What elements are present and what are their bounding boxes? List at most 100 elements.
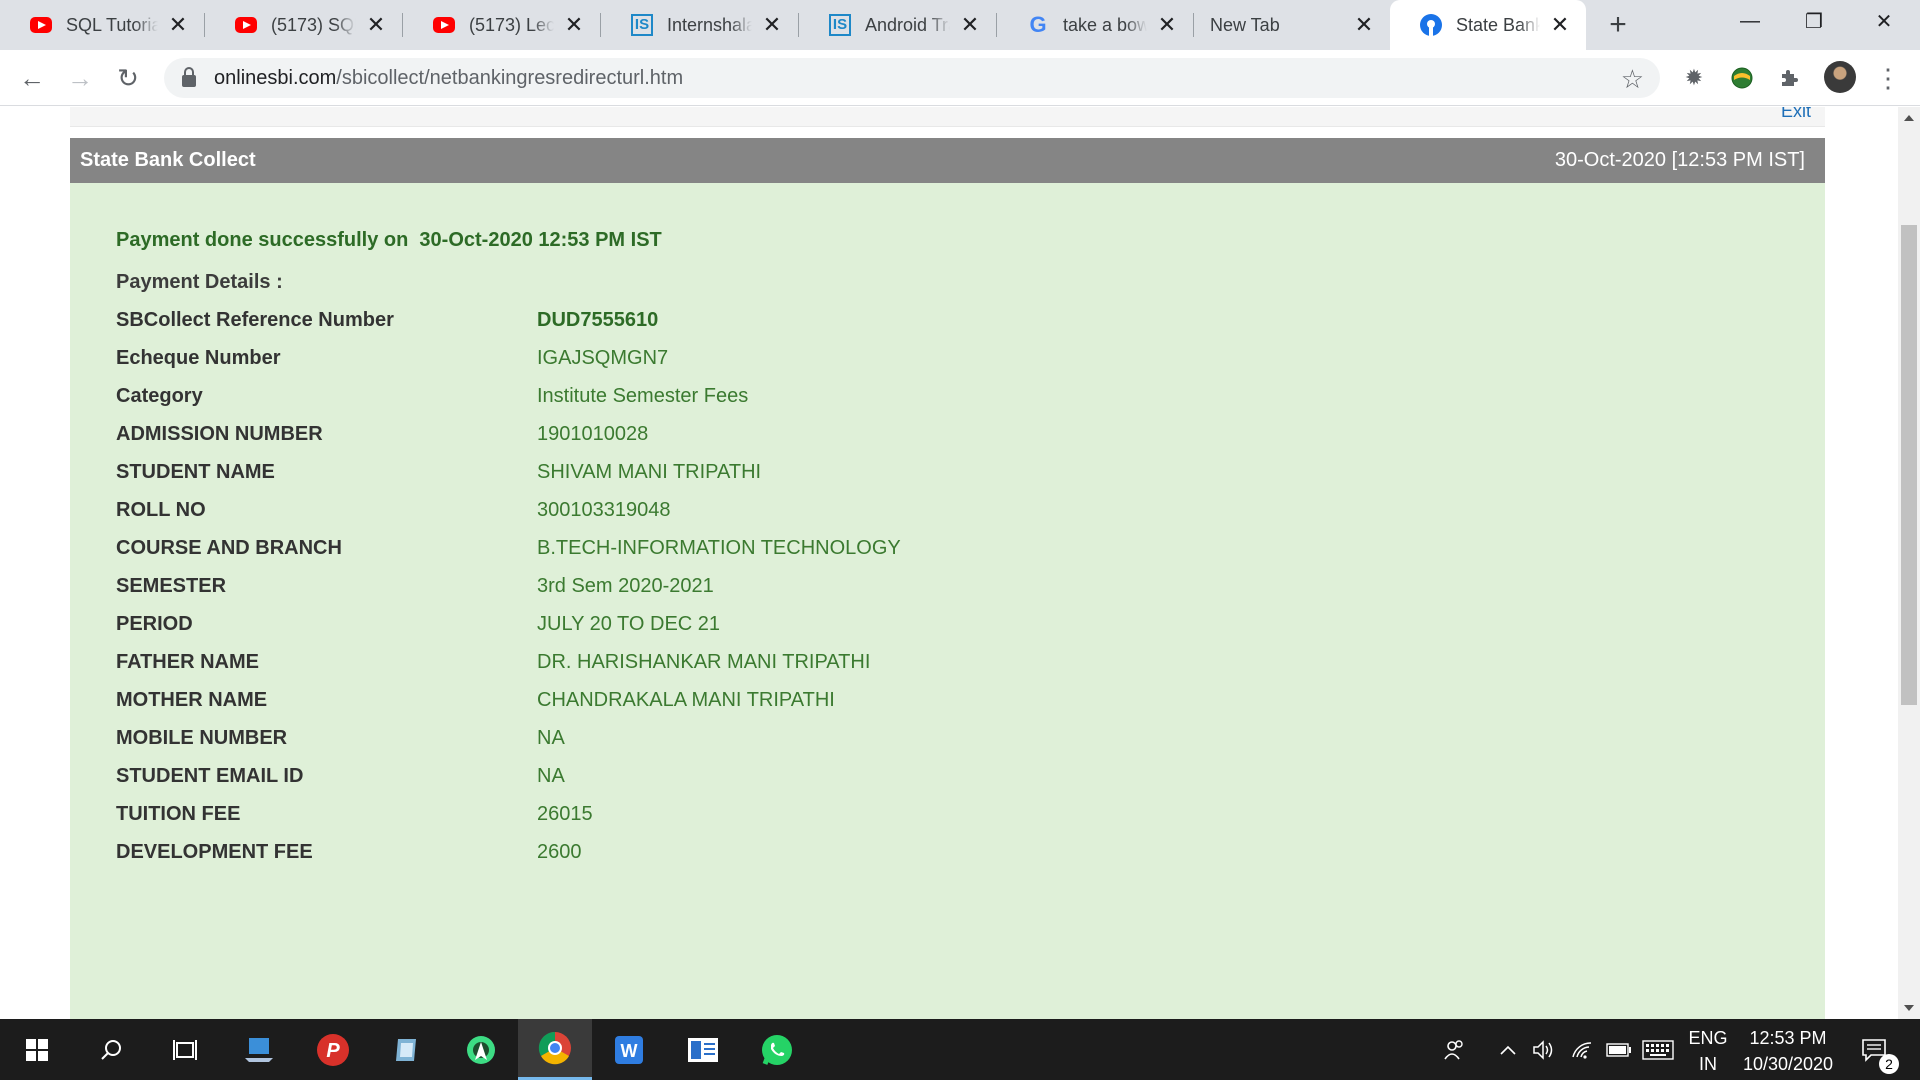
extensions-puzzle-icon[interactable] (1774, 62, 1806, 94)
windows-taskbar: P W ENG IN 12:53 PM 10/30/2020 2 (0, 1019, 1920, 1080)
detail-label: DEVELOPMENT FEE (116, 841, 313, 863)
detail-value: 3rd Sem 2020-2021 (537, 575, 714, 597)
exit-link[interactable]: Exit (1781, 107, 1811, 122)
tab-title: SQL Tutorial (66, 14, 158, 35)
detail-row: DEVELOPMENT FEE 2600 (116, 841, 1316, 871)
page-viewport: Exit State Bank Collect 30-Oct-2020 [12:… (0, 107, 1898, 1019)
tab-new-tab[interactable]: New Tab ✕ (1194, 0, 1390, 50)
lock-icon[interactable] (182, 67, 196, 87)
detail-row: STUDENT EMAIL ID NA (116, 765, 1316, 795)
globe-extension-icon[interactable] (1726, 62, 1758, 94)
windows-start-icon[interactable] (0, 1019, 74, 1080)
new-tab-button[interactable]: + (1602, 9, 1634, 41)
detail-label: TUITION FEE (116, 803, 241, 825)
tab-close-icon[interactable]: ✕ (562, 12, 586, 37)
volume-icon[interactable] (1530, 1019, 1558, 1080)
laptop-app-icon[interactable] (222, 1019, 296, 1080)
minimize-button[interactable]: — (1718, 0, 1782, 42)
detail-value: SHIVAM MANI TRIPATHI (537, 461, 762, 483)
tab-close-icon[interactable]: ✕ (1155, 12, 1179, 37)
url-path: /sbicollect/netbankingresredirecturl.htm (336, 66, 684, 89)
tab-close-icon[interactable]: ✕ (364, 12, 388, 37)
google-icon: G (1029, 12, 1047, 37)
detail-label: MOBILE NUMBER (116, 727, 288, 749)
internshala-icon: IS (829, 14, 851, 36)
language-code: ENG (1688, 1028, 1728, 1048)
whatsapp-icon[interactable] (740, 1019, 814, 1080)
payment-receipt-panel: Payment done successfully on 30-Oct-2020… (70, 183, 1825, 1019)
tab-android-training[interactable]: IS Android Trai ✕ (799, 0, 996, 50)
close-window-button[interactable]: ✕ (1852, 0, 1916, 42)
profile-avatar[interactable] (1824, 61, 1856, 93)
restore-button[interactable]: ❐ (1782, 0, 1846, 42)
battery-icon[interactable] (1604, 1019, 1634, 1080)
android-studio-icon[interactable] (444, 1019, 518, 1080)
detail-value: CHANDRAKALA MANI TRIPATHI (537, 689, 835, 711)
taskbar-clock[interactable]: 12:53 PM 10/30/2020 (1732, 1025, 1844, 1077)
browser-toolbar: ← → ↻ onlinesbi.com/sbicollect/netbankin… (0, 50, 1920, 106)
youtube-icon (30, 14, 52, 36)
wifi-icon[interactable] (1568, 1019, 1596, 1080)
people-icon[interactable] (1438, 1019, 1470, 1080)
address-bar[interactable]: onlinesbi.com/sbicollect/netbankingresre… (164, 58, 1660, 98)
keyboard-icon[interactable] (1640, 1019, 1676, 1080)
tab-close-icon[interactable]: ✕ (958, 12, 982, 37)
bookmark-star-icon[interactable]: ☆ (1621, 64, 1644, 95)
wps-writer-icon[interactable]: W (592, 1019, 666, 1080)
top-strip: Exit (70, 107, 1825, 127)
tab-close-icon[interactable]: ✕ (1548, 12, 1572, 37)
scroll-up-arrow-icon[interactable] (1904, 115, 1914, 121)
internshala-icon: IS (631, 14, 653, 36)
detail-row: Echeque Number IGAJSQMGN7 (116, 347, 1316, 377)
tab-lec-video[interactable]: (5173) Lec-5 ✕ (403, 0, 600, 50)
detail-label: STUDENT NAME (116, 461, 275, 483)
menu-dots-icon[interactable]: ⋮ (1872, 62, 1904, 94)
detail-row: FATHER NAME DR. HARISHANKAR MANI TRIPATH… (116, 651, 1316, 681)
forward-arrow-icon[interactable]: → (64, 62, 96, 94)
scrollbar-thumb[interactable] (1901, 225, 1917, 705)
notepad-app-icon[interactable] (370, 1019, 444, 1080)
detail-value: DUD7555610 (537, 309, 659, 331)
show-hidden-icons-chevron-icon[interactable] (1496, 1019, 1520, 1080)
tab-close-icon[interactable]: ✕ (1352, 12, 1376, 37)
tab-close-icon[interactable]: ✕ (166, 12, 190, 37)
back-arrow-icon[interactable]: ← (16, 62, 48, 94)
detail-value: B.TECH-INFORMATION TECHNOLOGY (537, 537, 901, 559)
scroll-down-arrow-icon[interactable] (1904, 1005, 1914, 1011)
detail-row: ADMISSION NUMBER 1901010028 (116, 423, 1316, 453)
detail-label: MOTHER NAME (116, 689, 268, 711)
tab-close-icon[interactable]: ✕ (760, 12, 784, 37)
tab-sql-video[interactable]: (5173) SQL T ✕ (205, 0, 402, 50)
tab-title: take a bow m (1063, 14, 1147, 35)
tab-title: Android Trai (865, 14, 950, 35)
detail-row: STUDENT NAME SHIVAM MANI TRIPATHI (116, 461, 1316, 491)
detail-row: PERIOD JULY 20 TO DEC 21 (116, 613, 1316, 643)
detail-row: SBCollect Reference Number DUD7555610 (116, 309, 1316, 339)
language-indicator[interactable]: ENG IN (1683, 1025, 1733, 1077)
tab-state-bank-collect[interactable]: State Bank C ✕ (1390, 0, 1586, 50)
chrome-taskbar-icon[interactable] (518, 1019, 592, 1080)
search-icon[interactable] (74, 1019, 148, 1080)
tab-title: New Tab (1210, 14, 1280, 35)
reader-app-icon[interactable] (666, 1019, 740, 1080)
psiphon-icon[interactable]: P (296, 1019, 370, 1080)
url-text[interactable]: onlinesbi.com/sbicollect/netbankingresre… (214, 67, 683, 90)
tab-internshala[interactable]: IS Internshala T ✕ (601, 0, 798, 50)
detail-label: Echeque Number (116, 347, 281, 369)
bug-extension-icon[interactable]: ✹ (1678, 62, 1710, 94)
detail-label: ADMISSION NUMBER (116, 423, 323, 445)
detail-label: SEMESTER (116, 575, 227, 597)
reload-icon[interactable]: ↻ (112, 62, 144, 94)
header-date: 30-Oct-2020 [12:53 PM IST] (1554, 149, 1805, 171)
detail-row: Category Institute Semester Fees (116, 385, 1316, 415)
tab-google-search[interactable]: G take a bow m ✕ (997, 0, 1193, 50)
detail-row: SEMESTER 3rd Sem 2020-2021 (116, 575, 1316, 605)
detail-row: TUITION FEE 26015 (116, 803, 1316, 833)
task-view-icon[interactable] (148, 1019, 222, 1080)
tab-sql-tutorial[interactable]: SQL Tutorial ✕ (0, 0, 204, 50)
detail-label: Category (116, 385, 203, 407)
youtube-icon (433, 14, 455, 36)
tab-strip: SQL Tutorial ✕ (5173) SQL T ✕ (5173) Lec… (0, 0, 1920, 50)
detail-label: PERIOD (116, 613, 193, 635)
vertical-scrollbar[interactable] (1898, 107, 1920, 1019)
